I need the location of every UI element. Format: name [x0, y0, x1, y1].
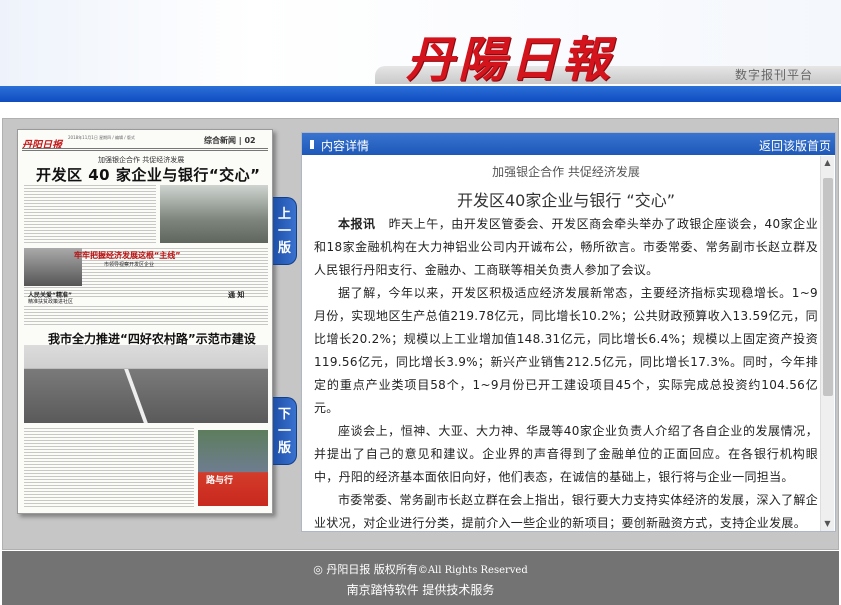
bar-marker-icon: [310, 140, 314, 149]
tab-char: 版: [277, 441, 291, 456]
paper-text-block[interactable]: [24, 306, 268, 326]
paper-side-heading-sub: 精准扶贫政策进社区: [28, 299, 74, 305]
paper-ad-text: 路与行: [206, 476, 234, 486]
paper-text-block[interactable]: [24, 428, 194, 508]
newspaper-page-thumbnail[interactable]: 丹阳日报 2018年11月1日 星期四 / 编辑 / 版式 综合新闻 | 02 …: [17, 129, 273, 514]
article-paragraph: 市委常委、常务副市长赵立群在会上指出，银行要大力支持实体经济的发展，深入了解企业…: [314, 493, 818, 529]
next-edition-tab[interactable]: 下 一 版: [273, 397, 297, 465]
scroll-down-icon[interactable]: ▼: [821, 517, 834, 531]
content-bar-title: 内容详情: [321, 139, 370, 153]
site-logo[interactable]: 丹陽日報: [406, 20, 614, 90]
tab-char: 下: [277, 407, 291, 422]
scroll-up-icon[interactable]: ▲: [821, 156, 834, 170]
paper-text-block[interactable]: [24, 185, 156, 245]
paper-section-label: 综合新闻 | 02: [204, 136, 256, 145]
paper-notice[interactable]: 通 知: [228, 290, 244, 300]
paper-headline-2[interactable]: 牢牢把握经济发展这根“主线”: [74, 250, 181, 261]
scroll-thumb[interactable]: [823, 178, 833, 396]
tab-char: 一: [277, 224, 291, 239]
previous-edition-tab[interactable]: 上 一 版: [273, 197, 297, 265]
copyright-prefix: ◎ 丹阳日报 版权所有: [313, 563, 418, 576]
platform-label: 数字报刊平台: [735, 68, 814, 82]
article-paragraph: 据了解，今年以来，开发区积极适应经济发展新常态，主要经济指标实现稳增长。1~9月…: [314, 286, 818, 415]
paper-masthead-info: 2018年11月1日 星期四 / 编辑 / 版式: [68, 135, 135, 140]
site-footer: ◎ 丹阳日报 版权所有©All Rights Reserved 南京踏特软件 提…: [2, 551, 839, 605]
article-paragraph: 座谈会上，恒神、大亚、大力神、华晟等40家企业负责人介绍了各自企业的发展情况，并…: [314, 424, 818, 484]
paper-road-photo[interactable]: [24, 345, 268, 423]
copyright-suffix: ©All Rights Reserved: [417, 565, 528, 576]
article-paragraph: 本报讯 昨天上午，由开发区管委会、开发区商会牵头举办了政银企座谈会，40家企业和…: [314, 213, 818, 282]
paper-big-headline[interactable]: 我市全力推进“四好农村路”示范市建设: [48, 330, 256, 347]
paper-advertisement[interactable]: [198, 430, 268, 506]
back-to-page-link[interactable]: 返回该版首页: [759, 137, 831, 154]
paper-rule: [22, 148, 268, 149]
tab-char: 版: [277, 241, 291, 256]
paragraph-text: 昨天上午，由开发区管委会、开发区商会牵头举办了政银企座谈会，40家企业和18家金…: [314, 217, 818, 277]
article-body: 加强银企合作 共促经济发展 开发区40家企业与银行 “交心” 本报讯 昨天上午，…: [314, 163, 818, 529]
article-title: 开发区40家企业与银行 “交心”: [456, 191, 676, 210]
footer-copyright: ◎ 丹阳日报 版权所有©All Rights Reserved: [2, 561, 839, 577]
tab-char: 上: [277, 207, 291, 222]
article-kicker: 加强银企合作 共促经济发展: [492, 165, 640, 179]
site-header: 丹陽日報 数字报刊平台: [0, 0, 841, 102]
tab-char: 一: [277, 424, 291, 439]
paper-headline-2-sub: 市领导视察开发区企业: [104, 262, 155, 268]
paper-rule: [22, 150, 268, 151]
paper-headline-article[interactable]: 开发区 40 家企业与银行“交心”: [36, 164, 261, 185]
main-panel: 丹阳日报 2018年11月1日 星期四 / 编辑 / 版式 综合新闻 | 02 …: [2, 118, 839, 550]
content-title-bar: 内容详情 返回该版首页: [302, 133, 835, 155]
paper-photo[interactable]: [160, 185, 268, 243]
article-scrollbar[interactable]: ▲ ▼: [820, 156, 834, 531]
header-stripe: [0, 86, 841, 102]
content-detail-panel: 内容详情 返回该版首页 加强银企合作 共促经济发展 开发区40家企业与银行 “交…: [301, 132, 836, 532]
footer-support-link[interactable]: 南京踏特软件 提供技术服务: [2, 581, 839, 598]
article-lead: 本报讯: [338, 217, 376, 231]
